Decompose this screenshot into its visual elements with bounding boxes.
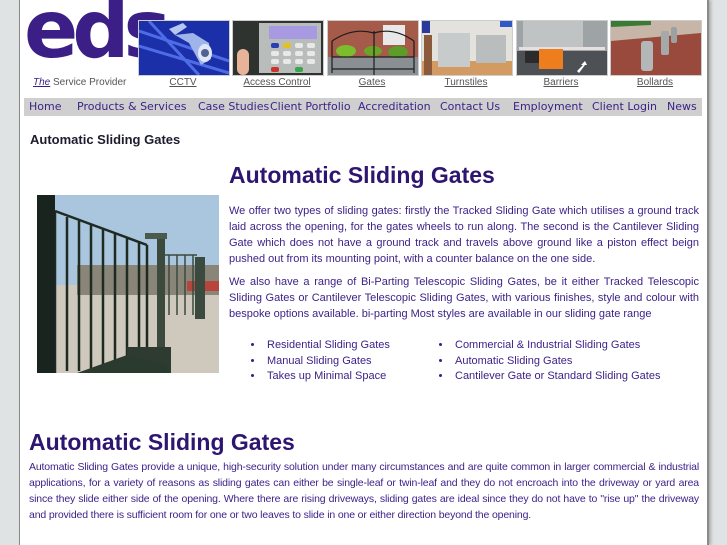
sliding-gate-photo <box>37 195 219 373</box>
intro-paragraph: We offer two types of sliding gates: fir… <box>229 205 699 265</box>
product-link-turnstiles[interactable]: Turnstiles <box>421 77 511 88</box>
gates-photo[interactable] <box>327 20 419 76</box>
feature-list-right: Commercial & Industrial Sliding Gates Au… <box>437 338 660 385</box>
cctv-camera-photo[interactable] <box>138 20 230 76</box>
turnstiles-photo[interactable] <box>421 20 513 76</box>
nav-client-portfolio[interactable]: Client Portfolio <box>270 100 351 113</box>
list-item: Commercial & Industrial Sliding Gates <box>452 338 660 354</box>
access-control-photo[interactable] <box>232 20 324 76</box>
nav-accreditation[interactable]: Accreditation <box>358 100 431 113</box>
list-item: Manual Sliding Gates <box>264 354 390 370</box>
telescopic-paragraph: We also have a range of Bi-Parting Teles… <box>229 276 699 320</box>
section-paragraph: Automatic Sliding Gates provide a unique… <box>29 461 699 521</box>
list-item: Automatic Sliding Gates <box>452 354 660 370</box>
list-item: Takes up Minimal Space <box>264 369 390 385</box>
eds-logo[interactable]: eds <box>24 0 171 78</box>
nav-client-login[interactable]: Client Login <box>592 100 657 113</box>
nav-contact-us[interactable]: Contact Us <box>440 100 500 113</box>
barriers-photo[interactable] <box>516 20 608 76</box>
page-breadcrumb: Automatic Sliding Gates <box>30 132 181 147</box>
tagline: The Service Provider <box>33 77 127 88</box>
nav-case-studies[interactable]: Case Studies <box>198 100 269 113</box>
nav-products-services[interactable]: Products & Services <box>77 100 186 113</box>
feature-list-left: Residential Sliding Gates Manual Sliding… <box>249 338 390 385</box>
nav-news[interactable]: News <box>667 100 697 113</box>
page-title: Automatic Sliding Gates <box>229 162 495 188</box>
page-container: eds The Service Provider CCTV Access Con… <box>19 0 709 545</box>
nav-home[interactable]: Home <box>29 100 61 113</box>
product-link-cctv[interactable]: CCTV <box>138 77 228 88</box>
nav-employment[interactable]: Employment <box>513 100 583 113</box>
product-link-bollards[interactable]: Bollards <box>610 77 700 88</box>
section-title: Automatic Sliding Gates <box>29 429 295 455</box>
list-item: Residential Sliding Gates <box>264 338 390 354</box>
product-link-gates[interactable]: Gates <box>327 77 417 88</box>
product-link-barriers[interactable]: Barriers <box>516 77 606 88</box>
product-link-access-control[interactable]: Access Control <box>232 77 322 88</box>
main-nav: Home Products & Services Case Studies Cl… <box>24 98 702 116</box>
list-item: Cantilever Gate or Standard Sliding Gate… <box>452 369 660 385</box>
bollards-photo[interactable] <box>610 20 702 76</box>
